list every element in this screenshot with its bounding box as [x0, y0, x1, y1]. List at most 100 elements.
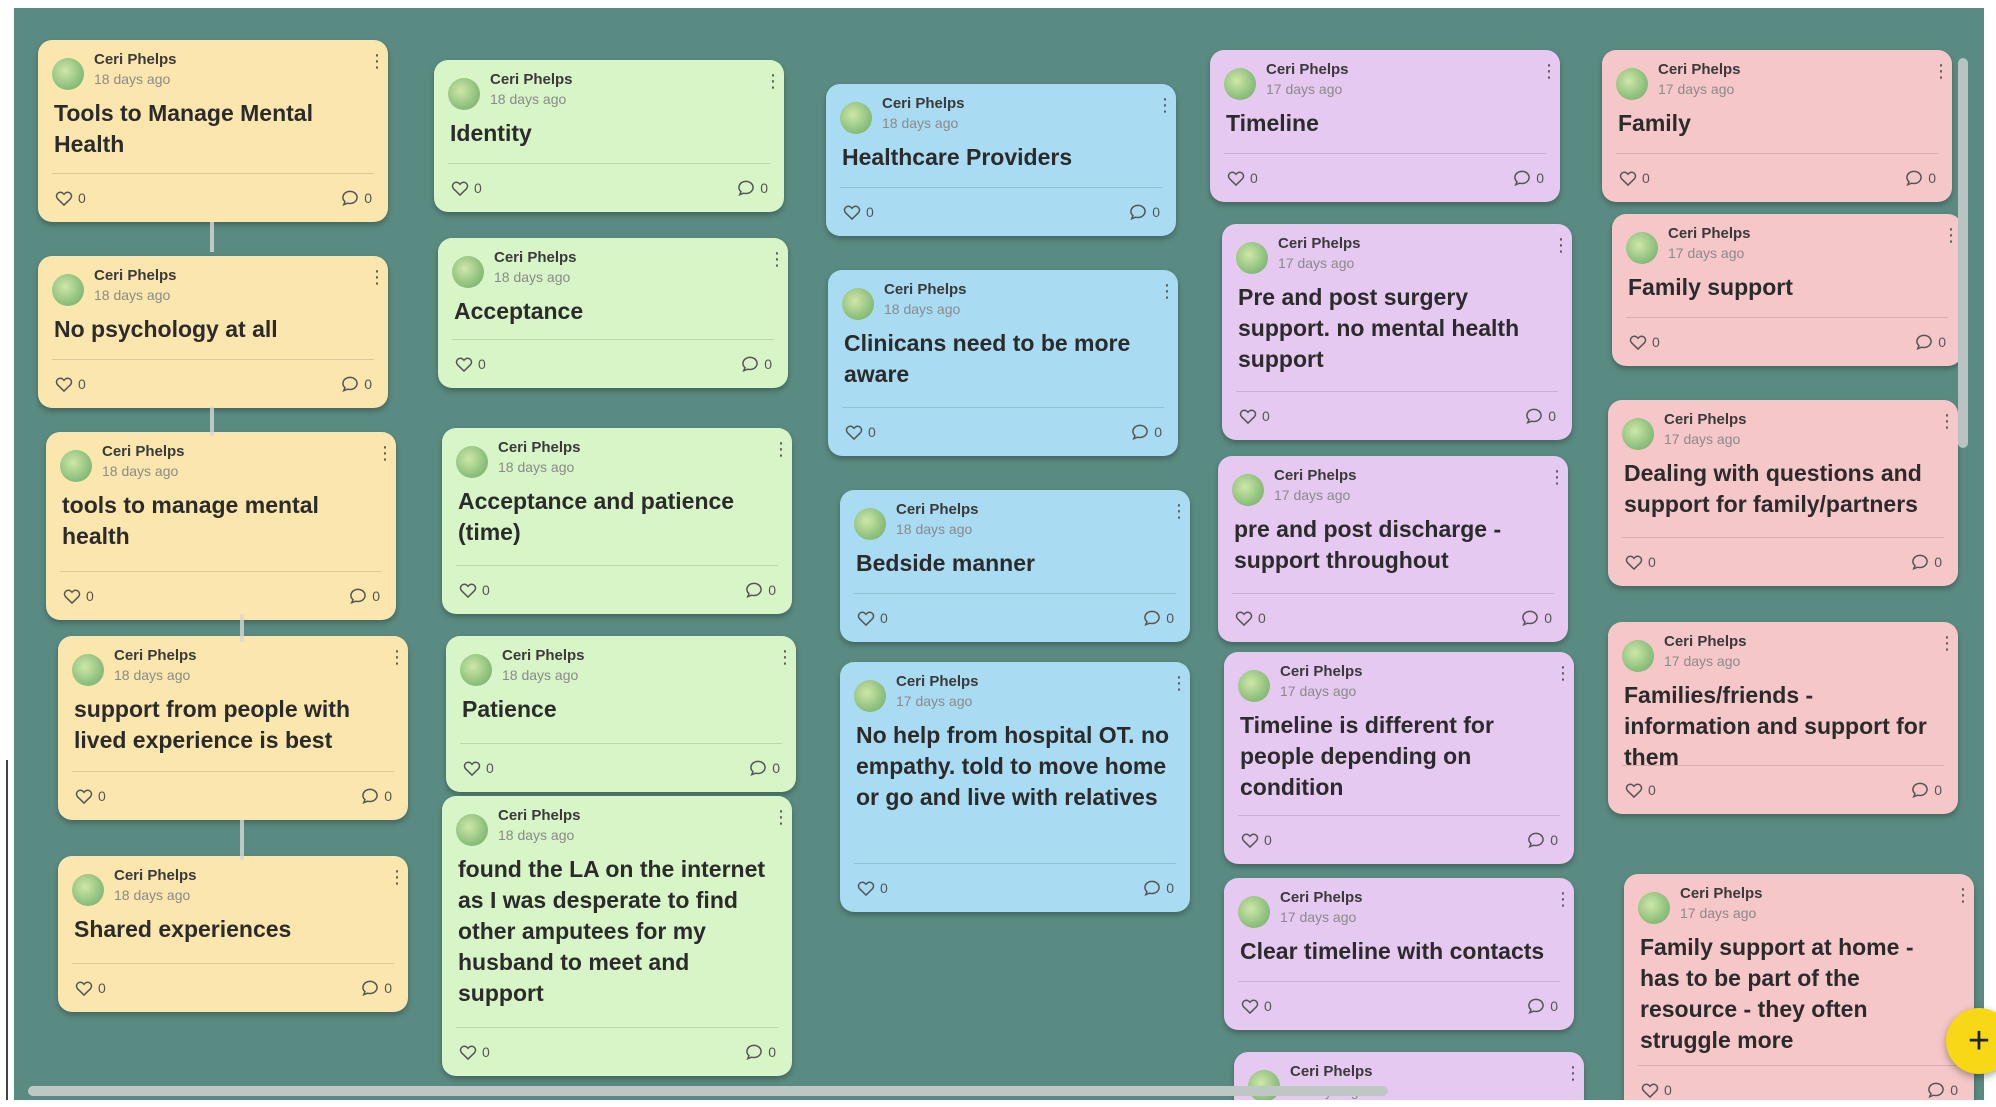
like-button[interactable]: 0: [856, 876, 888, 900]
like-button[interactable]: 0: [54, 186, 86, 210]
kebab-menu-icon[interactable]: ⋮: [1170, 672, 1188, 694]
like-button[interactable]: 0: [1624, 550, 1656, 574]
post-card[interactable]: Ceri Phelps 18 days ago ⋮ support from peop…: [58, 636, 408, 820]
kebab-menu-icon[interactable]: ⋮: [1548, 466, 1566, 488]
post-card[interactable]: Ceri Phelps 17 days ago ⋮ pre and post disc…: [1218, 456, 1568, 642]
post-card[interactable]: Ceri Phelps 17 days ago ⋮ Clear timeline wi…: [1224, 878, 1574, 1030]
like-button[interactable]: 0: [1618, 166, 1650, 190]
kebab-menu-icon[interactable]: ⋮: [388, 646, 406, 668]
like-button[interactable]: 0: [1240, 828, 1272, 852]
kebab-menu-icon[interactable]: ⋮: [1938, 632, 1956, 654]
comment-button[interactable]: 0: [740, 352, 772, 376]
post-card[interactable]: Ceri Phelps 18 days ago ⋮ Identity 0 0: [434, 60, 784, 212]
comment-button[interactable]: 0: [1130, 420, 1162, 444]
kebab-menu-icon[interactable]: ⋮: [1552, 234, 1570, 256]
like-button[interactable]: 0: [844, 420, 876, 444]
kebab-menu-icon[interactable]: ⋮: [1954, 884, 1972, 906]
comment-button[interactable]: 0: [1526, 994, 1558, 1018]
kebab-menu-icon[interactable]: ⋮: [1554, 662, 1572, 684]
post-card[interactable]: Ceri Phelps 18 days ago ⋮ Shared experience…: [58, 856, 408, 1012]
kebab-menu-icon[interactable]: ⋮: [388, 866, 406, 888]
kebab-menu-icon[interactable]: ⋮: [1156, 94, 1174, 116]
comment-button[interactable]: 0: [1142, 606, 1174, 630]
kebab-menu-icon[interactable]: ⋮: [368, 266, 386, 288]
kebab-menu-icon[interactable]: ⋮: [1942, 224, 1960, 246]
post-card[interactable]: Ceri Phelps 17 days ago ⋮ No help from hosp…: [840, 662, 1190, 912]
post-card[interactable]: Ceri Phelps 17 days ago ⋮ Timeline is diffe…: [1224, 652, 1574, 864]
like-button[interactable]: 0: [458, 1040, 490, 1064]
like-button[interactable]: 0: [462, 756, 494, 780]
like-button[interactable]: 0: [74, 784, 106, 808]
comment-button[interactable]: 0: [1926, 1078, 1958, 1100]
post-card[interactable]: Ceri Phelps 18 days ago ⋮ Healthcare Provid…: [826, 84, 1176, 236]
post-card[interactable]: Ceri Phelps 17 days ago ⋮ Family support at…: [1624, 874, 1974, 1100]
like-button[interactable]: 0: [842, 200, 874, 224]
post-card[interactable]: Ceri Phelps 17 days ago ⋮ Timeline 0 0: [1210, 50, 1560, 202]
like-button[interactable]: 0: [1226, 166, 1258, 190]
kebab-menu-icon[interactable]: ⋮: [776, 646, 794, 668]
comment-button[interactable]: 0: [1520, 606, 1552, 630]
post-card[interactable]: Ceri Phelps 17 days ago ⋮ Families/friends …: [1608, 622, 1958, 814]
like-button[interactable]: 0: [856, 606, 888, 630]
post-card[interactable]: Ceri Phelps 18 days ago ⋮ tools to manage m…: [46, 432, 396, 620]
comment-button[interactable]: 0: [1910, 778, 1942, 802]
vertical-scrollbar[interactable]: [1958, 58, 1968, 448]
kebab-menu-icon[interactable]: ⋮: [1938, 410, 1956, 432]
comment-button[interactable]: 0: [748, 756, 780, 780]
comment-button[interactable]: 0: [1526, 828, 1558, 852]
padlet-board[interactable]: Ceri Phelps 18 days ago ⋮ Tools to Manage M…: [14, 8, 1984, 1100]
comment-button[interactable]: 0: [1904, 166, 1936, 190]
comment-button[interactable]: 0: [1524, 404, 1556, 428]
comment-button[interactable]: 0: [744, 578, 776, 602]
post-card[interactable]: Ceri Phelps 18 days ago ⋮ found the LA on t…: [442, 796, 792, 1076]
post-card[interactable]: Ceri Phelps 17 days ago ⋮ Family support 0 0: [1612, 214, 1962, 366]
comment-button[interactable]: 0: [1512, 166, 1544, 190]
horizontal-scrollbar[interactable]: [28, 1086, 1388, 1096]
post-card[interactable]: Ceri Phelps 18 days ago ⋮ No psychology at …: [38, 256, 388, 408]
kebab-menu-icon[interactable]: ⋮: [768, 248, 786, 270]
kebab-menu-icon[interactable]: ⋮: [764, 70, 782, 92]
comment-button[interactable]: 0: [736, 176, 768, 200]
kebab-menu-icon[interactable]: ⋮: [772, 438, 790, 460]
post-card[interactable]: Ceri Phelps 18 days ago ⋮ Acceptance 0 0: [438, 238, 788, 388]
kebab-menu-icon[interactable]: ⋮: [368, 50, 386, 72]
kebab-menu-icon[interactable]: ⋮: [1540, 60, 1558, 82]
comment-button[interactable]: 0: [340, 186, 372, 210]
post-card[interactable]: Ceri Phelps 18 days ago ⋮ Clinicans need to…: [828, 270, 1178, 456]
kebab-menu-icon[interactable]: ⋮: [1554, 888, 1572, 910]
like-button[interactable]: 0: [450, 176, 482, 200]
comment-button[interactable]: 0: [348, 584, 380, 608]
post-card[interactable]: Ceri Phelps 18 days ago ⋮ Patience 0 0: [446, 636, 796, 792]
post-card[interactable]: Ceri Phelps 18 days ago ⋮ Acceptance and pa…: [442, 428, 792, 614]
post-card[interactable]: Ceri Phelps 17 days ago ⋮ Pre and post surg…: [1222, 224, 1572, 440]
comment-button[interactable]: 0: [1128, 200, 1160, 224]
like-button[interactable]: 0: [1238, 404, 1270, 428]
post-card[interactable]: Ceri Phelps 18 days ago ⋮ Tools to Manage M…: [38, 40, 388, 222]
comment-button[interactable]: 0: [1142, 876, 1174, 900]
like-button[interactable]: 0: [54, 372, 86, 396]
like-button[interactable]: 0: [74, 976, 106, 1000]
comment-button[interactable]: 0: [340, 372, 372, 396]
kebab-menu-icon[interactable]: ⋮: [772, 806, 790, 828]
comment-button[interactable]: 0: [1910, 550, 1942, 574]
like-button[interactable]: 0: [1640, 1078, 1672, 1100]
like-button[interactable]: 0: [62, 584, 94, 608]
post-card[interactable]: Ceri Phelps 17 days ago ⋮ Family 0 0: [1602, 50, 1952, 202]
like-button[interactable]: 0: [454, 352, 486, 376]
like-button[interactable]: 0: [1624, 778, 1656, 802]
post-card[interactable]: Ceri Phelps 17 days ago ⋮ Dealing with ques…: [1608, 400, 1958, 586]
like-button[interactable]: 0: [1234, 606, 1266, 630]
kebab-menu-icon[interactable]: ⋮: [1158, 280, 1176, 302]
kebab-menu-icon[interactable]: ⋮: [1564, 1062, 1582, 1084]
like-button[interactable]: 0: [1240, 994, 1272, 1018]
comment-button[interactable]: 0: [360, 976, 392, 1000]
like-button[interactable]: 0: [1628, 330, 1660, 354]
comment-button[interactable]: 0: [360, 784, 392, 808]
post-card[interactable]: Ceri Phelps 18 days ago ⋮ Bedside manner 0 0: [840, 490, 1190, 642]
kebab-menu-icon[interactable]: ⋮: [1932, 60, 1950, 82]
comment-button[interactable]: 0: [1914, 330, 1946, 354]
comment-button[interactable]: 0: [744, 1040, 776, 1064]
kebab-menu-icon[interactable]: ⋮: [376, 442, 394, 464]
kebab-menu-icon[interactable]: ⋮: [1170, 500, 1188, 522]
like-button[interactable]: 0: [458, 578, 490, 602]
